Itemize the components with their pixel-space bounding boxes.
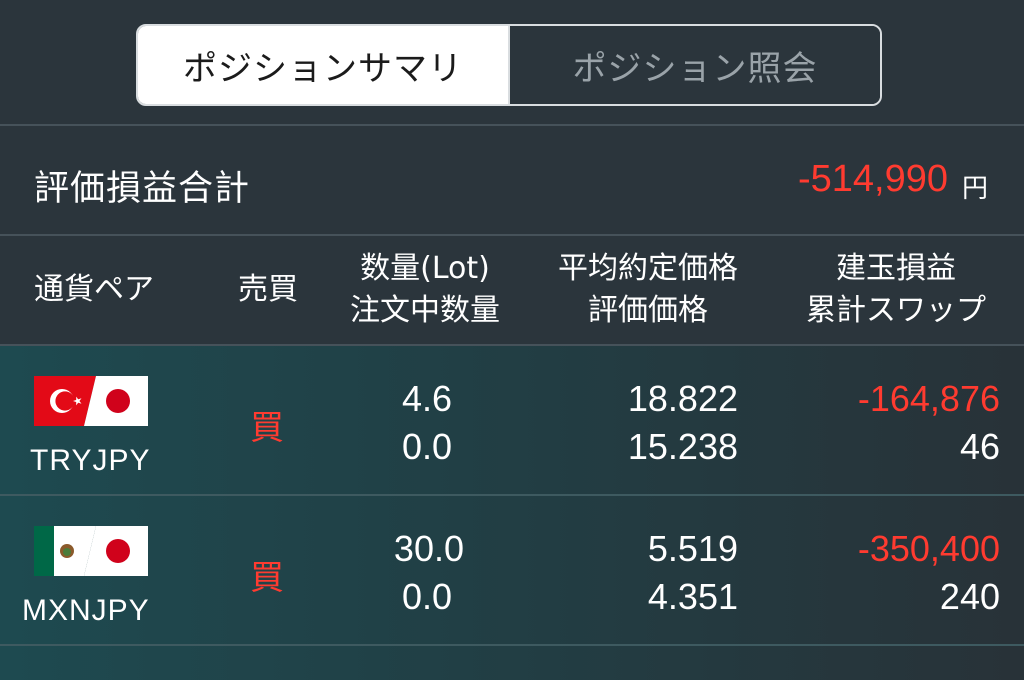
row-divider: [0, 644, 1024, 646]
eval-price-value: 4.351: [647, 576, 738, 617]
table-header: 通貨ペア 売買 数量(Lot) 注文中数量 平均約定価格 評価価格 建玉損益 累…: [0, 236, 1024, 344]
col-pair: 通貨ペア: [34, 272, 154, 307]
pl-summary: 評価損益合計 -514,990 円: [0, 126, 1024, 234]
col-qty-line1: 数量(Lot): [360, 251, 490, 286]
tab-position-inquiry[interactable]: ポジション照会: [508, 26, 880, 104]
tab-position-summary[interactable]: ポジションサマリ: [138, 26, 508, 104]
position-row-tryjpy[interactable]: TRYJPY 買 4.6 0.0 18.822 15.238 -164,876 …: [0, 346, 1024, 494]
mexico-japan-flag-icon: [34, 526, 148, 576]
pl-value: -350,400: [857, 528, 1000, 569]
summary-label: 評価損益合計: [34, 169, 251, 209]
turkey-japan-flag-icon: [34, 376, 148, 426]
position-row-mxnjpy[interactable]: MXNJPY 買 30.0 0.0 5.519 4.351 -350,400 2…: [0, 496, 1024, 644]
col-pl-line1: 建玉損益: [836, 251, 956, 286]
pair-label: MXNJPY: [22, 594, 150, 627]
col-qty: 数量(Lot) 注文中数量: [330, 248, 520, 332]
col-price: 平均約定価格 評価価格: [540, 248, 756, 332]
side-buy-label: 買: [250, 408, 284, 448]
qty-value: 4.6: [401, 378, 452, 419]
segmented-control: ポジションサマリ ポジション照会: [136, 24, 882, 106]
col-pl-line2: 累計スワップ: [806, 293, 986, 328]
summary-unit: 円: [961, 174, 988, 204]
col-qty-line2: 注文中数量: [350, 293, 500, 328]
side-buy-label: 買: [250, 558, 284, 598]
pair-label: TRYJPY: [30, 444, 151, 477]
order-qty-value: 0.0: [401, 576, 452, 617]
col-price-line1: 平均約定価格: [558, 251, 738, 286]
pl-value: -164,876: [857, 378, 1000, 419]
avg-price-value: 18.822: [627, 378, 738, 419]
eval-price-value: 15.238: [627, 426, 738, 467]
tab-bar: ポジションサマリ ポジション照会: [0, 0, 1024, 124]
col-side: 売買: [238, 272, 298, 307]
position-list: TRYJPY 買 4.6 0.0 18.822 15.238 -164,876 …: [0, 346, 1024, 680]
col-price-line2: 評価価格: [588, 293, 708, 328]
summary-value: -514,990: [797, 158, 948, 200]
col-pl: 建玉損益 累計スワップ: [790, 248, 1002, 332]
order-qty-value: 0.0: [401, 426, 452, 467]
avg-price-value: 5.519: [647, 528, 738, 569]
swap-value: 240: [939, 576, 1000, 617]
swap-value: 46: [959, 426, 1000, 467]
qty-value: 30.0: [393, 528, 464, 569]
